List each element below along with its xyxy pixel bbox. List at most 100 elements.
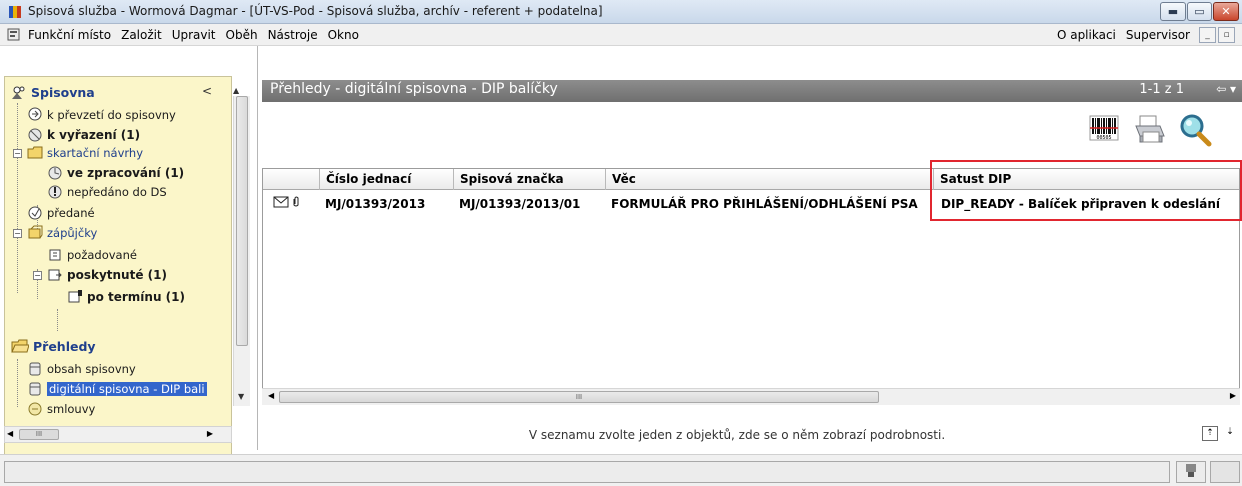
content-toolbar: 00505 — [1086, 112, 1236, 154]
column-header-cislo-jednaci[interactable]: Číslo jednací — [319, 169, 453, 190]
detail-expand-button[interactable]: ⇡ — [1202, 426, 1218, 441]
status-bar — [0, 454, 1242, 486]
navigation-panel: Spisovna k převzetí do spisovny k vyřaze… — [0, 46, 258, 468]
tree-item-k-vyrazeni[interactable]: k vyřazení (1) — [27, 127, 140, 142]
row-icons — [273, 196, 300, 208]
scroll-left-arrow[interactable]: ◀ — [7, 429, 13, 438]
prehledy-section-icon — [11, 339, 29, 353]
status-column-highlight — [930, 160, 1242, 221]
cell-spisova-znacka: MJ/01393/2013/01 — [459, 197, 581, 211]
tree-item-poskytnute[interactable]: poskytnuté (1) — [47, 267, 167, 282]
menu-upravit[interactable]: Upravit — [172, 28, 216, 42]
pager-menu-button[interactable]: ⇦ ▾ — [1216, 82, 1236, 96]
loan-icon — [28, 225, 43, 239]
maximize-button[interactable]: ▭ — [1187, 2, 1212, 21]
archive-box-icon — [29, 382, 41, 396]
scroll-left-arrow[interactable]: ◀ — [268, 391, 274, 400]
scroll-up-arrow[interactable]: ▲ — [233, 86, 239, 95]
close-button[interactable]: ✕ — [1213, 2, 1239, 21]
status-text-field — [4, 461, 1170, 483]
processing-icon — [48, 166, 62, 180]
scrollbar-thumb[interactable]: III — [19, 429, 59, 440]
attachment-icon — [293, 196, 299, 207]
navigation-tree: Spisovna k převzetí do spisovny k vyřaze… — [4, 76, 232, 468]
close-icon: ✕ — [1221, 5, 1231, 18]
tree-item-predane[interactable]: předané — [27, 205, 95, 220]
section-title-prehledy[interactable]: Přehledy — [33, 339, 96, 354]
minimize-icon: ▬ — [1167, 5, 1179, 18]
mdi-minimize-button[interactable]: _ — [1199, 27, 1216, 43]
mdi-restore-button[interactable]: ▫ — [1218, 27, 1235, 43]
print-icon[interactable] — [1132, 112, 1168, 148]
scroll-right-arrow[interactable]: ▶ — [207, 429, 213, 438]
tree-item-po-terminu[interactable]: po termínu (1) — [67, 289, 185, 304]
page-title: Přehledy - digitální spisovna - DIP balí… — [270, 81, 558, 97]
navigation-vertical-scrollbar[interactable]: ▼ — [233, 96, 250, 406]
document-menu-icon[interactable] — [6, 27, 22, 42]
menu-bar: Funkční místo Založit Upravit Oběh Nástr… — [0, 24, 1242, 46]
expander-skartacni[interactable]: − — [13, 149, 22, 158]
menu-items: Funkční místo Založit Upravit Oběh Nástr… — [28, 28, 359, 42]
expander-zapujcky[interactable]: − — [13, 229, 22, 238]
menu-obeh[interactable]: Oběh — [226, 28, 258, 42]
status-user-icon[interactable] — [1176, 461, 1206, 483]
column-header-vec[interactable]: Věc — [605, 169, 933, 190]
tree-item-k-prevzeti[interactable]: k převzetí do spisovny — [27, 107, 176, 122]
section-title-spisovna[interactable]: Spisovna — [31, 85, 95, 100]
expander-poskytnute[interactable]: − — [33, 271, 42, 280]
scrollbar-thumb[interactable] — [236, 96, 248, 346]
table-horizontal-scrollbar[interactable]: ◀ III ▶ — [262, 388, 1240, 405]
status-panel — [1210, 461, 1240, 483]
tree-item-nepredano[interactable]: nepředáno do DS — [47, 184, 167, 199]
collapse-panel-button[interactable]: < — [202, 84, 212, 98]
menu-right: O aplikaci Supervisor — [1057, 28, 1190, 42]
tree-line — [57, 309, 58, 331]
tree-item-obsah-spisovny[interactable]: obsah spisovny — [27, 361, 136, 376]
navigation-horizontal-scrollbar[interactable]: ◀ III ▶ — [4, 426, 232, 443]
archive-discard-icon — [28, 128, 42, 142]
envelope-icon — [273, 196, 289, 208]
tree-item-ve-zpracovani[interactable]: ve zpracování (1) — [47, 165, 184, 180]
scroll-down-arrow[interactable]: ▼ — [238, 392, 244, 401]
app-icon — [9, 6, 21, 18]
pager-label: 1-1 z 1 — [1139, 82, 1184, 97]
menu-nastroje[interactable]: Nástroje — [268, 28, 318, 42]
maximize-icon: ▭ — [1194, 5, 1205, 18]
overdue-icon — [68, 290, 82, 303]
window-title: Spisová služba - Wormová Dagmar - [ÚT-VS… — [28, 4, 603, 18]
barcode-icon[interactable]: 00505 — [1086, 112, 1122, 148]
user-icon — [1186, 464, 1196, 477]
tree-item-smlouvy[interactable]: smlouvy — [27, 401, 95, 416]
column-header-spisova-znacka[interactable]: Spisová značka — [453, 169, 605, 190]
tree-item-zapujcky[interactable]: zápůjčky — [27, 225, 97, 240]
menu-supervisor[interactable]: Supervisor — [1126, 28, 1190, 42]
scrollbar-thumb[interactable]: III — [279, 391, 879, 403]
menu-okno[interactable]: Okno — [328, 28, 359, 42]
window-title-bar: Spisová služba - Wormová Dagmar - [ÚT-VS… — [0, 0, 1242, 24]
detail-hint-text: V seznamu zvolte jeden z objektů, zde se… — [528, 428, 946, 442]
requested-icon — [49, 249, 61, 261]
scroll-right-arrow[interactable]: ▶ — [1230, 391, 1236, 400]
cell-cislo-jednaci: MJ/01393/2013 — [325, 197, 426, 211]
spisovna-section-icon — [12, 86, 25, 99]
tree-item-skartacni-navrhy[interactable]: skartační návrhy — [27, 145, 143, 160]
tree-line — [17, 103, 18, 293]
detail-collapse-button[interactable]: ⇣ — [1222, 426, 1238, 441]
handed-icon — [28, 206, 42, 220]
search-icon[interactable] — [1178, 112, 1214, 148]
tree-item-pozadovane[interactable]: požadované — [47, 247, 137, 262]
warning-icon — [48, 185, 62, 199]
menu-zalozit[interactable]: Založit — [121, 28, 162, 42]
content-header: Přehledy - digitální spisovna - DIP balí… — [262, 80, 1242, 102]
cell-vec: FORMULÁŘ PRO PŘIHLÁŠENÍ/ODHLÁŠENÍ PSA — [611, 197, 918, 211]
menu-o-aplikaci[interactable]: O aplikaci — [1057, 28, 1116, 42]
provided-icon — [48, 269, 62, 281]
archive-box-icon — [29, 362, 41, 376]
contract-icon — [28, 402, 42, 416]
tree-item-digitalni-spisovna[interactable]: digitální spisovna - DIP bali — [27, 381, 207, 396]
document-arrow-icon — [28, 107, 42, 121]
menu-funkcni-misto[interactable]: Funkční místo — [28, 28, 111, 42]
folder-icon — [27, 146, 43, 159]
minimize-button[interactable]: ▬ — [1160, 2, 1186, 21]
barcode-caption: 00505 — [1096, 135, 1111, 141]
